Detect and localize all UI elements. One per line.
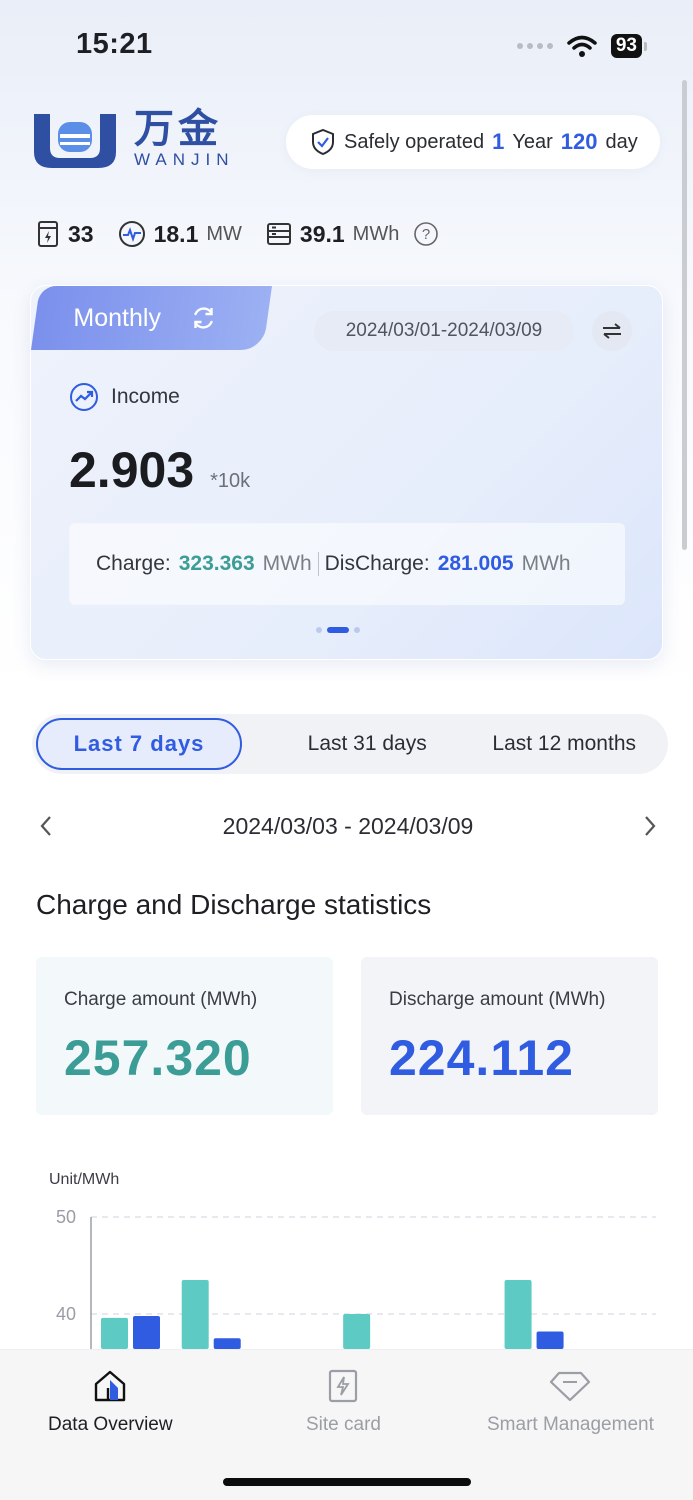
safety-years: 1	[492, 129, 505, 154]
discharge-amount-card: Discharge amount (MWh) 224.112	[361, 957, 658, 1115]
charge-amount-label: Charge amount (MWh)	[64, 989, 258, 1010]
brand-name-zh: 万金	[134, 107, 222, 151]
help-icon[interactable]: ?	[413, 221, 439, 247]
power-pulse-icon	[118, 221, 145, 247]
tab-monthly[interactable]: Monthly	[31, 286, 272, 350]
status-icons: 93	[516, 34, 647, 58]
tab-site-card[interactable]: Site card	[306, 1368, 381, 1436]
wifi-icon	[567, 35, 597, 57]
section-title: Charge and Discharge statistics	[36, 889, 432, 920]
charge-discharge-chart: Unit/MWh 50 40	[36, 1165, 676, 1355]
chart-bar	[504, 1280, 532, 1349]
metric-capacity-value: 39.1	[299, 220, 345, 247]
period-tabs: Last 7 days Last 31 days Last 12 months	[32, 714, 668, 774]
chevron-left-icon[interactable]	[36, 813, 56, 839]
charge-amount-value: 257.320	[64, 1030, 252, 1086]
chart-bar	[181, 1280, 209, 1349]
discharge-amount-label: Discharge amount (MWh)	[389, 989, 606, 1010]
chart-plot: 50 40	[56, 1207, 656, 1349]
y-tick-label: 50	[56, 1207, 76, 1227]
tab-data-overview[interactable]: Data Overview	[48, 1368, 173, 1436]
income-label-text: Income	[111, 385, 180, 408]
cabinet-icon	[38, 221, 58, 247]
data-overview-icon	[95, 1370, 126, 1402]
safety-days: 120	[560, 129, 598, 154]
brand-name-en: WANJIN	[134, 150, 235, 169]
chart-bar	[343, 1314, 371, 1349]
divider	[317, 552, 319, 576]
charge-label: Charge:	[96, 552, 171, 575]
monthly-label: Monthly	[73, 303, 162, 332]
y-tick-label: 40	[56, 1304, 76, 1324]
pager-dot-active[interactable]	[327, 627, 349, 633]
chart-bar	[133, 1315, 160, 1349]
tab-data-overview-label: Data Overview	[48, 1414, 173, 1435]
card-date-range[interactable]: 2024/03/01-2024/03/09	[314, 311, 574, 351]
swap-button[interactable]	[592, 311, 632, 351]
battery-level: 93	[610, 34, 642, 58]
income-unit: *10k	[210, 470, 251, 492]
pager-dot[interactable]	[316, 627, 322, 633]
metric-power-unit: MW	[206, 222, 242, 245]
chevron-right-icon[interactable]	[640, 813, 660, 839]
svg-text:?: ?	[422, 226, 430, 243]
storage-icon	[266, 223, 291, 245]
metric-power: 18.1 MW	[118, 220, 242, 248]
site-metrics: 33 18.1 MW 39.1 MWh ?	[36, 220, 463, 248]
battery-icon: 93	[610, 34, 647, 58]
tab-site-card-label: Site card	[306, 1414, 381, 1435]
chart-bar	[213, 1338, 241, 1349]
discharge-label: DisCharge:	[324, 552, 430, 575]
income-label: Income	[69, 382, 180, 412]
date-range-text: 2024/03/03 - 2024/03/09	[222, 812, 474, 839]
status-time: 15:21	[76, 28, 153, 60]
metric-power-value: 18.1	[153, 220, 199, 247]
tab-last-12-months[interactable]: Last 12 months	[492, 732, 636, 756]
wanjin-logo-icon	[34, 114, 116, 168]
summary-card[interactable]: Monthly 2024/03/01-2024/03/09 Income 2.9…	[30, 285, 663, 660]
charge-unit: MWh	[262, 552, 312, 575]
safety-prefix: Safely operated	[344, 130, 485, 153]
home-indicator[interactable]	[223, 1478, 471, 1486]
trend-up-icon	[70, 383, 98, 411]
discharge-value: 281.005	[437, 552, 514, 575]
safety-badge: Safely operated 1 Year 120 day	[286, 115, 660, 169]
safety-days-unit: day	[605, 130, 638, 153]
metric-cabinets-value: 33	[68, 220, 94, 247]
discharge-unit: MWh	[521, 552, 571, 575]
refresh-icon[interactable]	[189, 304, 217, 332]
metric-capacity-unit: MWh	[352, 222, 400, 245]
smart-management-icon	[550, 1371, 591, 1402]
metric-capacity: 39.1 MWh ?	[266, 221, 439, 248]
charge-value: 323.363	[178, 552, 255, 575]
card-pager[interactable]	[316, 627, 360, 633]
brand-logo: 万金 WANJIN	[30, 108, 235, 170]
tab-last-31-days[interactable]: Last 31 days	[308, 732, 427, 756]
tab-smart-management-label: Smart Management	[487, 1414, 654, 1435]
scrollbar[interactable]	[682, 80, 687, 550]
date-range-nav: 2024/03/03 - 2024/03/09	[36, 806, 660, 846]
site-card-icon	[329, 1369, 358, 1403]
chart-bar	[101, 1317, 128, 1349]
cellular-signal-icon	[516, 43, 553, 49]
charge-discharge-summary: Charge: 323.363 MWh DisCharge: 281.005 M…	[69, 523, 625, 605]
metric-cabinets: 33	[36, 220, 94, 248]
pager-dot[interactable]	[354, 627, 360, 633]
chart-bar	[536, 1331, 564, 1349]
tab-smart-management[interactable]: Smart Management	[487, 1368, 654, 1436]
safety-years-unit: Year	[512, 130, 553, 153]
charge-amount-card: Charge amount (MWh) 257.320	[36, 957, 333, 1115]
income-amount: 2.903	[69, 442, 195, 498]
tab-last-7-days[interactable]: Last 7 days	[36, 718, 242, 770]
swap-icon	[603, 323, 621, 339]
shield-check-icon	[312, 128, 334, 156]
income-value: 2.903 *10k	[69, 441, 250, 499]
discharge-amount-value: 224.112	[389, 1030, 574, 1086]
